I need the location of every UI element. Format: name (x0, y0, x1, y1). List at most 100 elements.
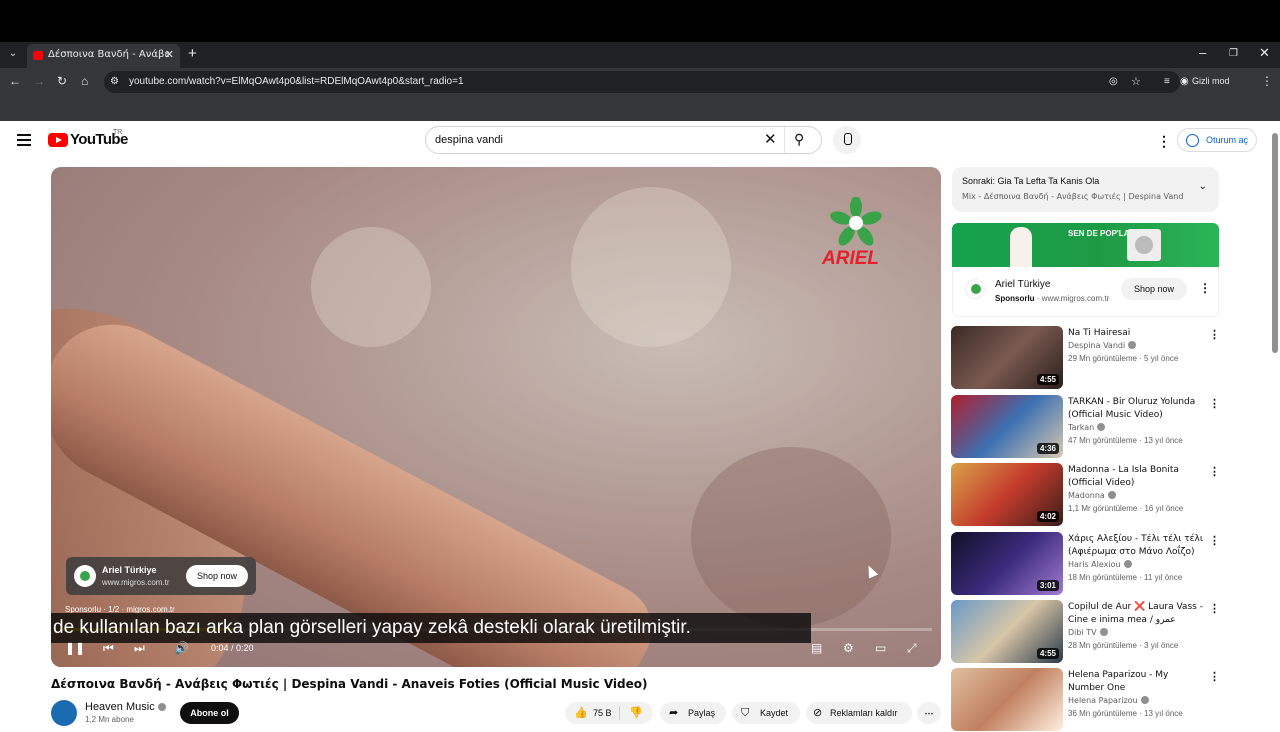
channel-name-text[interactable]: Heaven Music (85, 701, 155, 713)
guide-menu-icon[interactable] (17, 134, 31, 146)
recommendation-thumbnail[interactable]: 4:55 (951, 600, 1063, 663)
browser-menu-icon[interactable]: ⋮ (1261, 74, 1273, 88)
incognito-label[interactable]: Gizli mod (1192, 76, 1230, 86)
recommendation-channel-name[interactable]: Tarkan (1068, 423, 1094, 432)
recommendation-channel[interactable]: Madonna (1068, 491, 1116, 500)
recommendation-thumbnail[interactable]: 4:55 (951, 326, 1063, 389)
remove-ads-button[interactable]: ⊘ Reklamları kaldır (806, 702, 912, 724)
youtube-logo-icon[interactable] (48, 133, 68, 147)
duration-badge: 4:55 (1036, 648, 1059, 659)
tab-close-icon[interactable]: ✕ (165, 48, 174, 61)
recommendation-kebab-icon[interactable]: ⋮ (1209, 602, 1220, 615)
recommendation-item[interactable]: Helena Paparizou - My Number One Helena P… (951, 668, 1221, 732)
recommendation-kebab-icon[interactable]: ⋮ (1209, 397, 1220, 410)
recommendation-thumbnail[interactable]: 4:36 (951, 395, 1063, 458)
country-code: TR (113, 129, 123, 136)
more-actions-icon[interactable]: ⋯ (917, 702, 941, 724)
restore-icon[interactable]: ❐ (1229, 48, 1238, 59)
recommendation-channel[interactable]: Haris Alexiou (1068, 560, 1132, 569)
site-info-icon[interactable]: ⚙ (110, 76, 119, 87)
tab-active[interactable]: Δέσποινα Βανδή - Ανάβεις Φωτιές ✕ (27, 44, 180, 68)
recommendation-title[interactable]: Na Ti Hairesai (1068, 327, 1204, 340)
scrollbar-thumb[interactable] (1272, 133, 1278, 353)
recommendation-channel-name[interactable]: Helena Paparizou (1068, 696, 1138, 705)
sidebar-ad-name[interactable]: Ariel Türkiye (995, 279, 1050, 290)
recommendation-title[interactable]: Copilul de Aur ❌ Laura Vass - Cine e ini… (1068, 601, 1204, 627)
player-ad-card[interactable]: Ariel Türkiye www.migros.com.tr Shop now (66, 557, 256, 595)
previous-icon[interactable]: ⏮ (103, 641, 114, 656)
ad-advertiser-name[interactable]: Ariel Türkiye (102, 565, 157, 575)
subscribe-button[interactable]: Abone ol (180, 702, 239, 724)
reload-icon[interactable]: ↻ (57, 74, 67, 88)
fullscreen-icon[interactable]: ⤢ (907, 641, 917, 656)
recommendation-kebab-icon[interactable]: ⋮ (1209, 465, 1220, 478)
share-button[interactable]: ➦ Paylaş (660, 702, 726, 724)
sidebar-ad-body[interactable]: Ariel Türkiye Sponsorlu · www.migros.com… (952, 267, 1219, 317)
chevron-down-icon[interactable]: ⌄ (1199, 181, 1207, 192)
recommendation-channel[interactable]: Dibi TV (1068, 628, 1108, 637)
channel-avatar[interactable] (51, 700, 77, 726)
sidebar-ad-banner[interactable]: SEN DE POP'LA (952, 223, 1219, 267)
ad-shop-now-button[interactable]: Shop now (186, 565, 248, 587)
forward-icon[interactable]: → (33, 74, 45, 88)
media-control-icon[interactable]: ≡ (1164, 76, 1170, 87)
minimize-icon[interactable]: – (1199, 45, 1206, 60)
sidebar-shop-now-button[interactable]: Shop now (1121, 278, 1187, 300)
clear-search-icon[interactable]: ✕ (764, 130, 777, 148)
tab-search-dropdown-icon[interactable]: ⌄ (4, 46, 22, 62)
search-icon[interactable]: ⚲ (794, 131, 804, 148)
recommendation-channel-name[interactable]: Despina Vandi (1068, 341, 1125, 350)
dislike-icon[interactable]: 👎 (629, 702, 643, 724)
like-icon[interactable]: 👍 (574, 702, 588, 724)
recommendation-channel-name[interactable]: Madonna (1068, 491, 1105, 500)
recommendation-thumbnail[interactable]: 3:01 (951, 532, 1063, 595)
bookmark-icon: ⛉ (741, 707, 750, 719)
share-icon: ➦ (669, 707, 679, 719)
recommendation-item[interactable]: 4:55 Na Ti Hairesai Despina Vandi 29 Mn gör… (951, 326, 1221, 390)
up-next-panel[interactable]: Sonraki: Gia Ta Lefta Ta Kanis Ola Mix -… (952, 167, 1219, 212)
recommendation-kebab-icon[interactable]: ⋮ (1209, 670, 1220, 683)
recommendation-thumbnail[interactable]: 4:02 (951, 463, 1063, 526)
recommendation-item[interactable]: 4:36 TARKAN - Bir Oluruz Yolunda (Officia… (951, 395, 1221, 459)
pause-icon[interactable]: ❚❚ (65, 641, 85, 655)
voice-search-mic-icon[interactable] (833, 126, 861, 154)
theater-mode-icon[interactable]: ▭ (875, 641, 886, 655)
recommendation-item[interactable]: 4:55 Copilul de Aur ❌ Laura Vass - Cine e… (951, 600, 1221, 664)
channel-name[interactable]: Heaven Music (85, 701, 166, 713)
window-close-icon[interactable]: ✕ (1259, 45, 1270, 61)
recommendation-channel-name[interactable]: Haris Alexiou (1068, 560, 1121, 569)
recommendation-thumbnail[interactable] (951, 668, 1063, 731)
recommendation-title[interactable]: Χάρις Αλεξίου - Τέλι τέλι τέλι (Αφιέρωμα… (1068, 533, 1204, 559)
recommendation-kebab-icon[interactable]: ⋮ (1209, 534, 1220, 547)
signin-button[interactable]: Oturum aç (1177, 128, 1257, 152)
captions-icon[interactable]: ▤ (811, 641, 822, 655)
recommendation-channel[interactable]: Helena Paparizou (1068, 696, 1149, 705)
recommendation-stats: 29 Mn görüntüleme · 5 yıl önce (1068, 354, 1179, 363)
recommendation-title[interactable]: Helena Paparizou - My Number One (1068, 669, 1204, 695)
volume-icon[interactable]: 🔊 (174, 641, 189, 655)
youtube-favicon-icon (33, 51, 43, 60)
home-icon[interactable]: ⌂ (81, 74, 88, 88)
recommendation-item[interactable]: 4:02 Madonna - La Isla Bonita (Official V… (951, 463, 1221, 527)
new-tab-plus-icon[interactable]: + (188, 45, 197, 62)
recommendation-kebab-icon[interactable]: ⋮ (1209, 328, 1220, 341)
like-count[interactable]: 75 B (593, 702, 612, 724)
next-icon[interactable]: ⏭ (134, 641, 145, 656)
bookmark-star-icon[interactable]: ☆ (1131, 75, 1141, 88)
recommendation-item[interactable]: 3:01 Χάρις Αλεξίου - Τέλι τέλι τέλι (Αφιέ… (951, 532, 1221, 596)
recommendation-stats: 1,1 Mr görüntüleme · 16 yıl önce (1068, 504, 1184, 513)
url-text[interactable]: youtube.com/watch?v=ElMqOAwt4p0&list=RDE… (129, 76, 464, 87)
eye-off-icon[interactable]: ◎ (1109, 76, 1118, 87)
sidebar-ad-kebab-icon[interactable]: ⋮ (1199, 281, 1211, 295)
settings-kebab-icon[interactable]: ⋮ (1157, 133, 1171, 150)
recommendation-channel-name[interactable]: Dibi TV (1068, 628, 1097, 637)
recommendation-title[interactable]: Madonna - La Isla Bonita (Official Video… (1068, 464, 1204, 490)
recommendation-channel[interactable]: Tarkan (1068, 423, 1106, 432)
search-input[interactable] (435, 134, 755, 146)
search-box[interactable] (425, 126, 822, 154)
recommendation-channel[interactable]: Despina Vandi (1068, 341, 1137, 350)
back-icon[interactable]: ← (9, 74, 21, 88)
settings-gear-icon[interactable]: ⚙ (843, 641, 854, 655)
recommendation-title[interactable]: TARKAN - Bir Oluruz Yolunda (Official Mu… (1068, 396, 1204, 422)
save-button[interactable]: ⛉ Kaydet (732, 702, 800, 724)
